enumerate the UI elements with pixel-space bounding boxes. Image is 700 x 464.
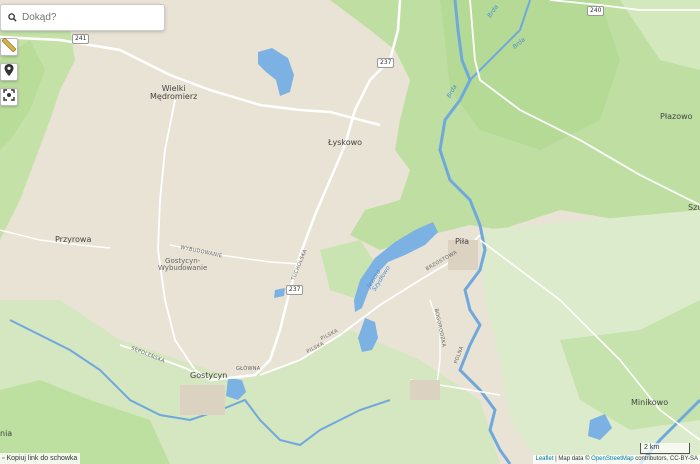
search-icon[interactable] [4,13,20,22]
scale-bar: 2 km [640,443,690,454]
settlement [410,380,440,400]
locate-me-button[interactable] [0,88,18,106]
route-shield-237-north: 237 [377,58,395,68]
link-icon: ▫ [2,455,5,462]
place-label-wielki-medromierz: Wielki Mędromierz [150,84,198,102]
place-label-lyskowo: Łyskowo [328,138,363,147]
settlement [180,385,225,415]
measure-distance-button[interactable] [0,37,18,57]
map-attribution: Leaflet | Map data © OpenStreetMap contr… [533,455,700,464]
place-label-minikowo: Minikowo [631,398,669,407]
attribution-rest: contributors, CC-BY-SA [633,456,698,462]
route-shield-237-south: 237 [286,285,304,295]
place-label-line: Mędromierz [150,92,198,102]
place-label-przyrowa: Przyrowa [55,235,92,244]
copy-link-label: Kopiuj link do schowka [6,455,78,462]
road-label-glowna: GŁÓWNA [236,366,261,372]
map-canvas[interactable]: Wielki Mędromierz Łyskowo Przyrowa Gosty… [0,0,700,464]
copy-link-button[interactable]: ▫ Kopiuj link do schowka [0,453,81,464]
attribution-text: | Map data © [553,456,592,462]
leaflet-link[interactable]: Leaflet [535,456,553,462]
place-label-gostycyn-wybudowanie: Gostycyn- Wybudowanie [158,257,208,273]
route-shield-240: 240 [587,6,605,16]
place-label-line: Wybudowanie [158,264,208,273]
locate-icon [3,88,15,106]
place-label-plazowo: Płazowo [660,112,693,121]
route-shield-241: 241 [72,34,90,44]
place-label-gostycyn: Gostycyn [190,371,228,380]
place-label-left-edge: nia [0,429,13,438]
map-background [0,0,700,464]
ruler-icon [1,37,17,57]
search-input[interactable] [22,12,162,23]
osm-link[interactable]: OpenStreetMap [591,456,633,462]
place-label-pila: Piła [455,237,470,246]
location-pin-icon [4,63,14,81]
search-box[interactable] [0,4,165,31]
add-marker-button[interactable] [0,63,18,81]
place-label-szu: Szu [688,203,700,212]
